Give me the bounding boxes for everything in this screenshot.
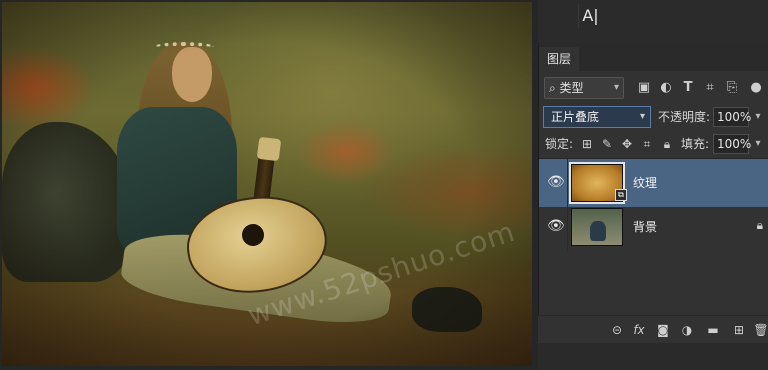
- opacity-label: 不透明度:: [658, 110, 711, 124]
- fill-field[interactable]: 100%: [713, 134, 751, 154]
- layer-row-texture[interactable]: 👁︎ ⧉ 纹理: [539, 159, 768, 207]
- visibility-eye-icon[interactable]: 👁︎: [547, 217, 565, 235]
- lock-all-icon[interactable]: 🔒︎: [659, 135, 675, 153]
- fx-icon[interactable]: fx: [630, 321, 648, 339]
- image-filter-icon[interactable]: ▣: [635, 79, 653, 97]
- shape-filter-icon[interactable]: ⌗: [701, 79, 719, 97]
- new-layer-icon[interactable]: ⊞: [730, 321, 748, 339]
- layers-footer: ⊝ fx ◙ ◑ ▬ ⊞ 🗑︎: [538, 315, 768, 343]
- layer-name-background[interactable]: 背景: [633, 218, 657, 235]
- canvas-area[interactable]: www.52pshuo.com: [0, 0, 538, 370]
- panel-bottom-strip: [538, 343, 768, 370]
- layer-thumbnail-background[interactable]: [571, 208, 623, 246]
- chevron-down-icon: ▾: [613, 82, 619, 93]
- fill-label: 填充:: [681, 137, 710, 151]
- opacity-field[interactable]: 100%: [713, 107, 751, 127]
- fill-chevron-icon[interactable]: ▾: [751, 134, 765, 154]
- lock-label: 锁定:: [545, 137, 574, 151]
- filter-kind-select[interactable]: ⌕ 类型 ▾: [544, 77, 624, 99]
- tab-layers[interactable]: 图层: [539, 47, 579, 71]
- layer-name-texture[interactable]: 纹理: [633, 174, 657, 191]
- layer-filter-row: ⌕ 类型 ▾ ▣ ◐ T ⌗ ⎘ ●: [539, 77, 768, 99]
- lock-position-icon[interactable]: ✥: [619, 135, 635, 153]
- blend-mode-select[interactable]: 正片叠底 ▾: [543, 106, 651, 128]
- type-tool-icon[interactable]: A|: [578, 4, 602, 28]
- lock-artboard-icon[interactable]: ⌗: [639, 135, 655, 153]
- lock-transparent-icon[interactable]: ⊞: [579, 135, 595, 153]
- search-icon: ⌕: [549, 81, 560, 95]
- layer-row-background[interactable]: 👁︎ 背景 🔒︎: [539, 203, 768, 251]
- layer-lock-icon[interactable]: 🔒︎: [757, 218, 763, 233]
- link-layers-icon[interactable]: ⊝: [608, 321, 626, 339]
- options-strip: [538, 0, 768, 43]
- visibility-eye-icon[interactable]: 👁︎: [547, 173, 565, 191]
- panel-tab-bar: 图层: [539, 43, 768, 71]
- adjustment-layer-icon[interactable]: ◑: [678, 321, 696, 339]
- layer-separator: [567, 159, 568, 207]
- text-filter-icon[interactable]: T: [679, 79, 697, 97]
- document-image[interactable]: www.52pshuo.com: [2, 2, 532, 366]
- opacity-chevron-icon[interactable]: ▾: [751, 107, 765, 127]
- layers-panel: 图层 ⌕ 类型 ▾ ▣ ◐ T ⌗ ⎘ ● 正片叠底 ▾ 不透明度: 100% …: [538, 43, 768, 343]
- layer-separator: [567, 203, 568, 251]
- lock-image-icon[interactable]: ✎: [599, 135, 615, 153]
- add-mask-icon[interactable]: ◙: [654, 321, 672, 339]
- blend-mode-value: 正片叠底: [551, 110, 600, 124]
- new-group-icon[interactable]: ▬: [704, 321, 722, 339]
- smart-object-badge-icon: ⧉: [615, 189, 627, 201]
- filter-kind-label: 类型: [559, 81, 584, 95]
- smart-object-filter-icon[interactable]: ⎘: [723, 79, 741, 97]
- adjustment-filter-icon[interactable]: ◐: [657, 79, 675, 97]
- delete-layer-icon[interactable]: 🗑︎: [752, 321, 768, 339]
- chevron-down-icon: ▾: [639, 111, 645, 122]
- filter-toggle-icon[interactable]: ●: [747, 79, 765, 97]
- lock-row: 锁定: ⊞ ✎ ✥ ⌗ 🔒︎ 填充: 100% ▾: [539, 133, 768, 155]
- blend-row: 正片叠底 ▾ 不透明度: 100% ▾: [539, 106, 768, 128]
